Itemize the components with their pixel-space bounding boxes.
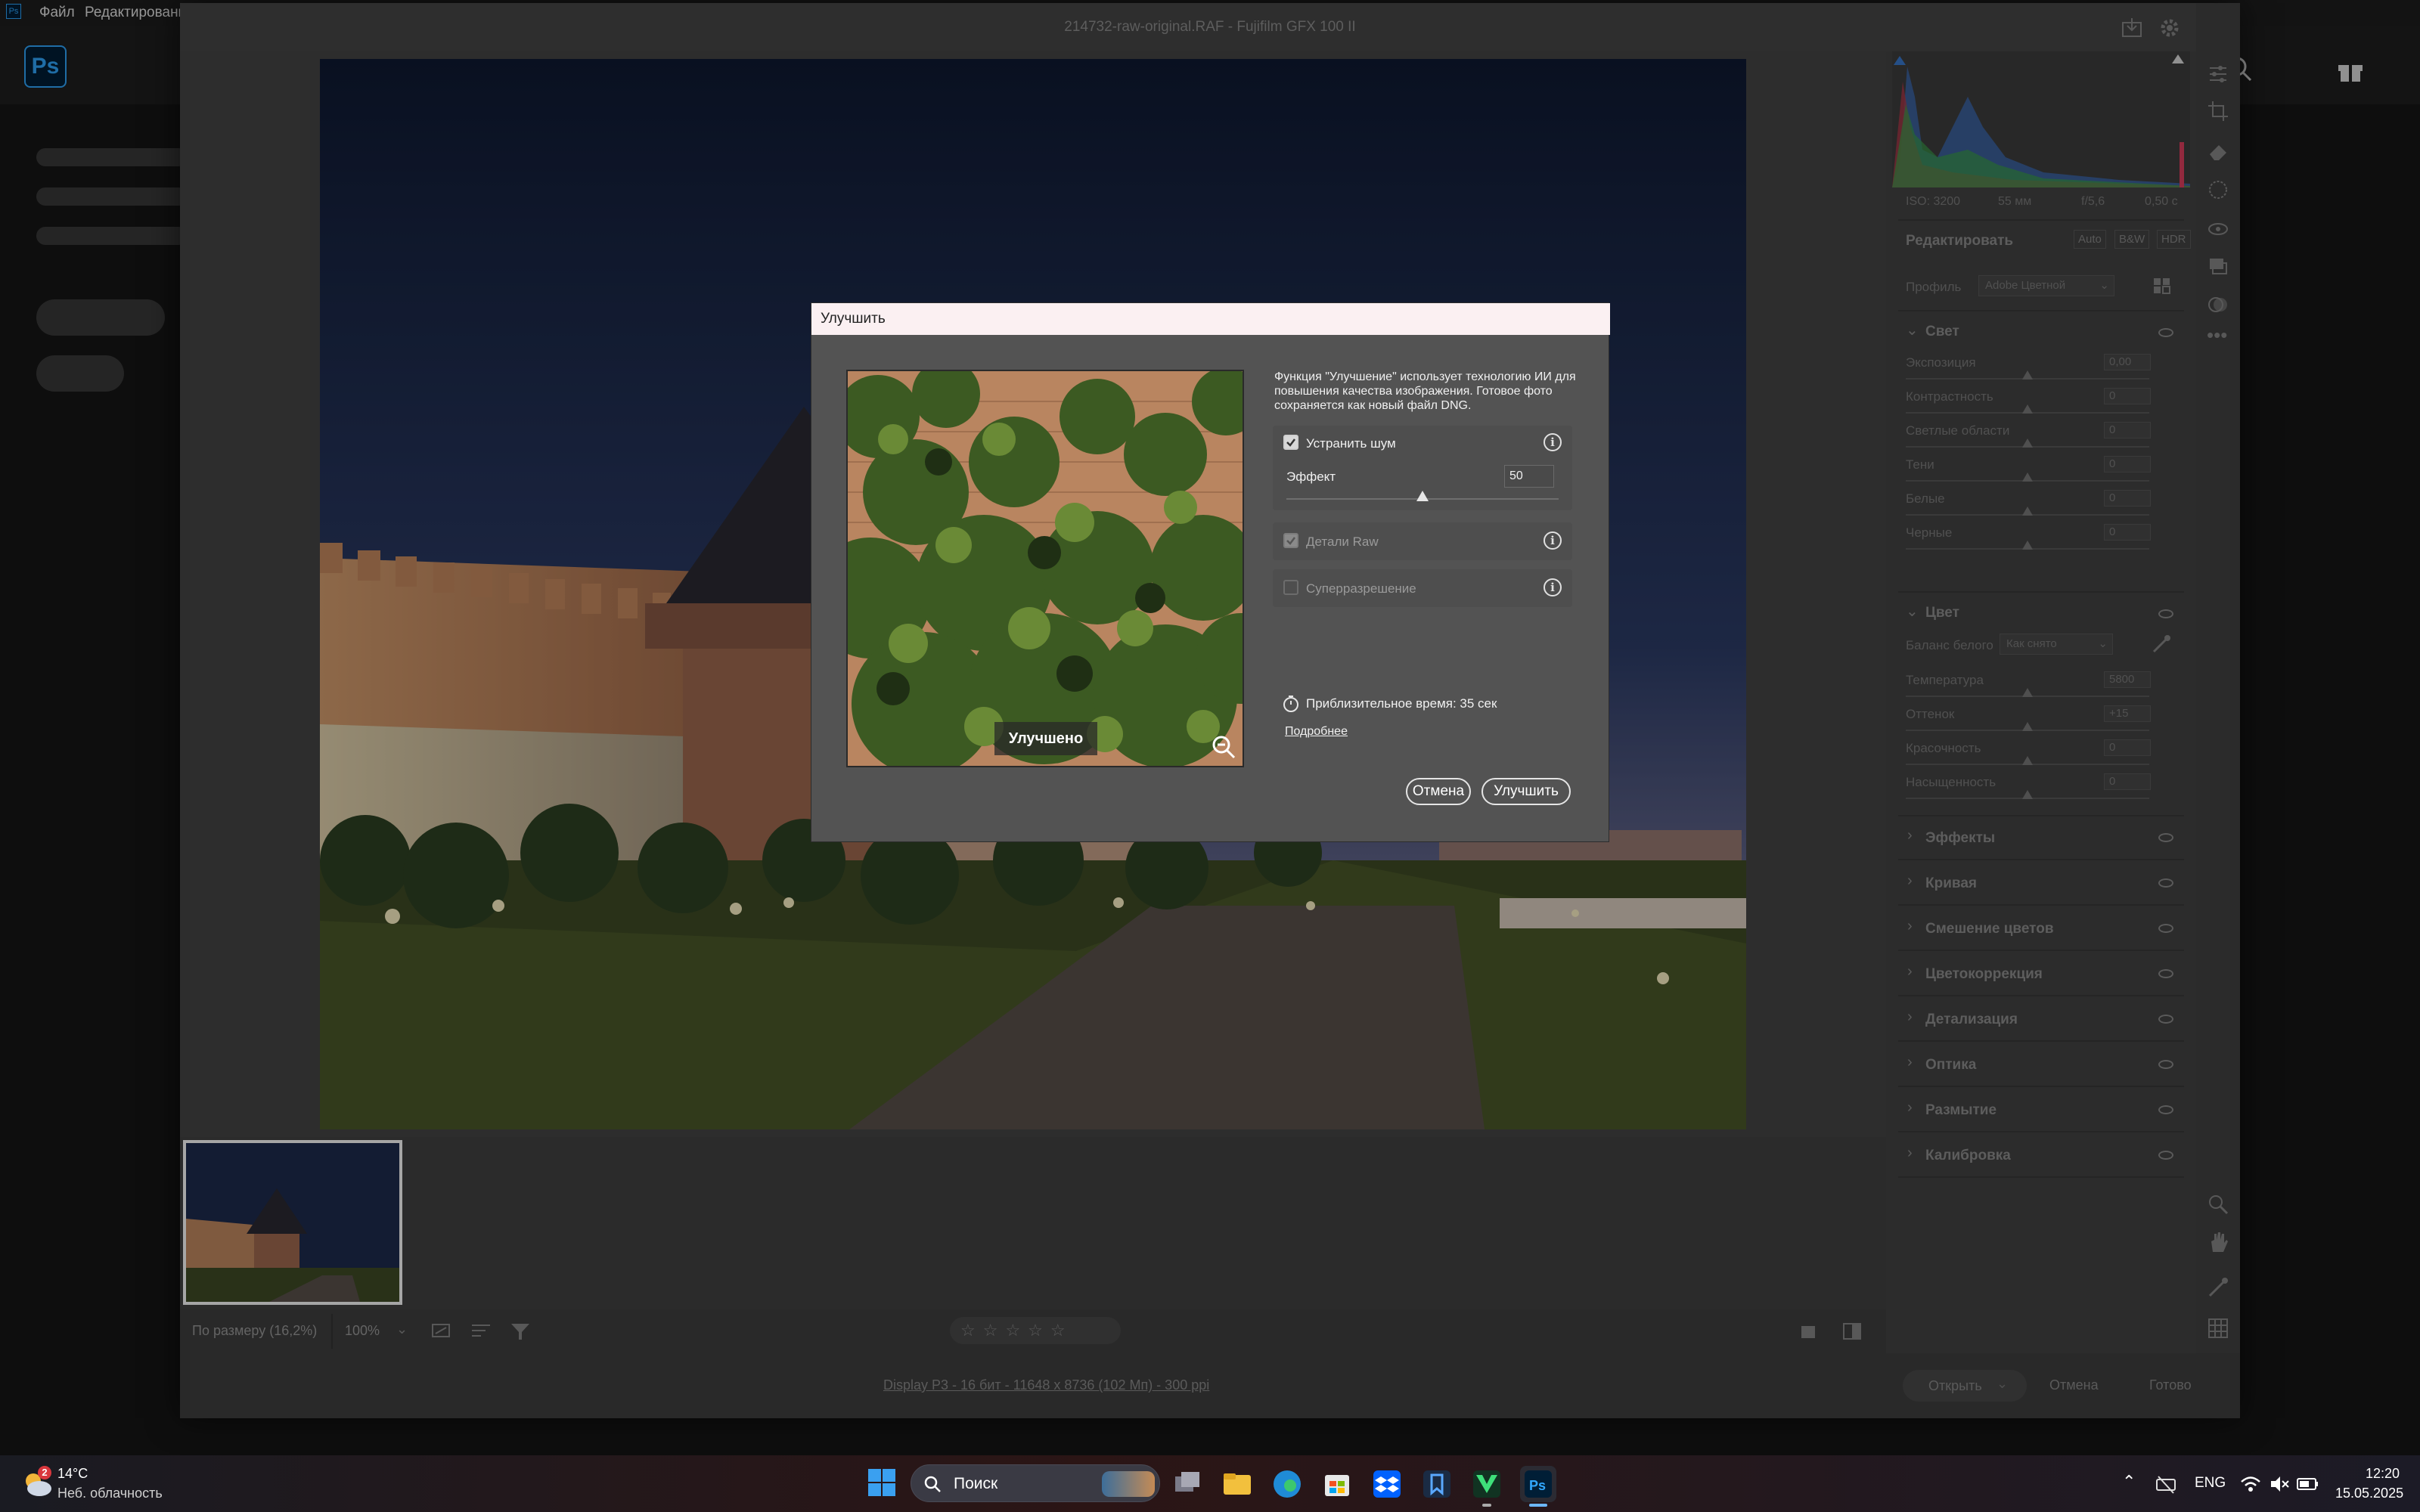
enhance-dialog: Улучшить Улучшено Функция "Улучшение" ис… [811, 302, 1610, 842]
weather-icon[interactable]: 2 [20, 1466, 54, 1501]
info-icon[interactable]: i [1544, 531, 1562, 550]
zoom-out-icon[interactable] [1211, 734, 1236, 760]
clock-date[interactable]: 15.05.2025 [2335, 1486, 2403, 1501]
super-resolution-checkbox[interactable] [1283, 580, 1298, 595]
language-indicator[interactable]: ENG [2195, 1475, 2226, 1492]
dialog-title: Улучшить [811, 303, 1610, 335]
super-resolution-option: Суперразрешение i [1273, 569, 1572, 607]
volume-muted-icon[interactable] [2269, 1473, 2290, 1495]
search-highlight-image [1102, 1471, 1155, 1497]
wifi-icon[interactable] [2240, 1473, 2261, 1495]
weather-desc[interactable]: Неб. облачность [57, 1486, 163, 1501]
taskbar-search-box[interactable]: Поиск [911, 1464, 1160, 1502]
more-link[interactable]: Подробнее [1285, 725, 1348, 739]
taskbar: 2 14°C Неб. облачность Поиск Ps ⌃ ENG 12… [0, 1455, 2420, 1512]
super-resolution-label: Суперразрешение [1306, 581, 1416, 596]
info-icon[interactable]: i [1544, 578, 1562, 596]
enhance-button[interactable]: Улучшить [1481, 778, 1571, 805]
microsoft-store-icon[interactable] [1320, 1467, 1354, 1501]
running-indicator [1482, 1504, 1491, 1507]
bookmark-app-icon[interactable] [1420, 1467, 1454, 1501]
effect-slider-handle[interactable] [1416, 491, 1429, 501]
info-icon[interactable]: i [1544, 433, 1562, 451]
predator-sense-icon[interactable] [1470, 1467, 1503, 1501]
file-explorer-icon[interactable] [1221, 1467, 1254, 1501]
cancel-button[interactable]: Отмена [1406, 778, 1471, 805]
windows-start-icon[interactable] [867, 1467, 897, 1498]
search-icon [924, 1476, 941, 1492]
enhance-preview[interactable]: Улучшено [846, 370, 1244, 767]
network-off-icon[interactable] [2155, 1473, 2176, 1495]
preview-label: Улучшено [994, 722, 1097, 755]
task-view-icon[interactable] [1171, 1467, 1204, 1501]
effect-value-input[interactable]: 50 [1504, 465, 1554, 488]
raw-details-option: Детали Raw i [1273, 522, 1572, 560]
denoise-option: Устранить шум i Эффект 50 [1273, 426, 1572, 510]
chevron-up-icon[interactable]: ⌃ [2122, 1472, 2136, 1492]
weather-badge: 2 [38, 1466, 51, 1479]
raw-details-checkbox[interactable] [1283, 533, 1298, 548]
search-placeholder: Поиск [954, 1475, 998, 1492]
battery-icon[interactable] [2296, 1473, 2320, 1495]
dropbox-icon[interactable] [1370, 1467, 1404, 1501]
raw-details-label: Детали Raw [1306, 534, 1379, 549]
denoise-label: Устранить шум [1306, 436, 1396, 451]
denoise-checkbox[interactable] [1283, 435, 1298, 450]
svg-text:Ps: Ps [1529, 1478, 1546, 1493]
timer-icon [1282, 695, 1300, 713]
estimated-time: Приблизительное время: 35 сек [1306, 696, 1497, 711]
clock-time[interactable]: 12:20 [2366, 1466, 2400, 1482]
edge-browser-icon[interactable] [1270, 1467, 1304, 1501]
active-indicator [1529, 1504, 1547, 1507]
dialog-description: Функция "Улучшение" использует технологи… [1274, 370, 1576, 412]
weather-temp[interactable]: 14°C [57, 1466, 88, 1482]
effect-label: Эффект [1286, 469, 1336, 484]
photoshop-taskbar-icon[interactable]: Ps [1520, 1466, 1556, 1502]
